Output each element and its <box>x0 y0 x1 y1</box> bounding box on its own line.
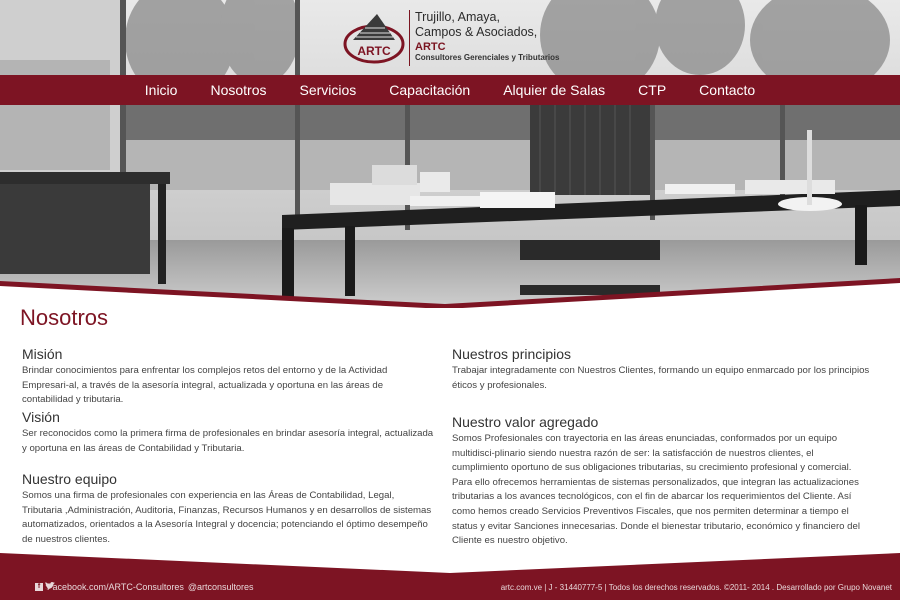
footer: f Facebook.com/ARTC-Consultores @artcons… <box>0 553 900 600</box>
facebook-link[interactable]: Facebook.com/ARTC-Consultores <box>47 582 184 592</box>
brand-logo[interactable]: ARTC Trujillo, Amaya, Campos & Asociados… <box>343 8 563 70</box>
section-valor-agregado: Nuestro valor agregado Somos Profesional… <box>452 414 872 549</box>
nav-item-inicio[interactable]: Inicio <box>128 75 194 105</box>
valor-heading: Nuestro valor agregado <box>452 414 599 430</box>
nav-item-servicios[interactable]: Servicios <box>283 75 373 105</box>
logo-divider <box>409 10 410 66</box>
brand-name-line1: Trujillo, Amaya, <box>415 10 500 24</box>
logo-text-block: Trujillo, Amaya, Campos & Asociados, ART… <box>415 10 560 63</box>
mision-heading: Misión <box>22 346 63 362</box>
principios-body: Trabajar integradamente con Nuestros Cli… <box>452 365 870 391</box>
logo-mark-icon: ARTC <box>343 14 405 64</box>
nav-item-nosotros[interactable]: Nosotros <box>194 75 283 105</box>
nav-item-contacto[interactable]: Contacto <box>683 75 772 105</box>
nav-item-alquiler-de-salas[interactable]: Alquier de Salas <box>487 75 622 105</box>
logo-mark-text: ARTC <box>357 44 391 58</box>
section-equipo: Nuestro equipo Somos una firma de profes… <box>22 471 434 547</box>
section-mision: Misión Brindar conocimientos para enfren… <box>22 346 434 408</box>
brand-name-line2: Campos & Asociados, <box>415 25 538 39</box>
valor-body: Somos Profesionales con trayectoria en l… <box>452 433 860 547</box>
twitter-icon[interactable] <box>45 582 55 590</box>
hero-banner: ARTC Trujillo, Amaya, Campos & Asociados… <box>0 0 900 308</box>
nav-item-capacitacion[interactable]: Capacitación <box>373 75 487 105</box>
equipo-heading: Nuestro equipo <box>22 471 117 487</box>
footer-legal-text: artc.com.ve | J - 31440777-5 | Todos los… <box>500 583 892 592</box>
equipo-body: Somos una firma de profesionales con exp… <box>22 490 432 545</box>
section-vision: Visión Ser reconocidos como la primera f… <box>22 409 434 456</box>
main-nav: Inicio Nosotros Servicios Capacitación A… <box>0 75 900 105</box>
footer-social: f Facebook.com/ARTC-Consultores @artcons… <box>35 582 254 592</box>
section-principios: Nuestros principios Trabajar integradame… <box>452 346 872 393</box>
principios-heading: Nuestros principios <box>452 346 572 362</box>
page-title: Nosotros <box>20 305 109 330</box>
brand-abbr: ARTC <box>415 41 446 53</box>
brand-tagline: Consultores Gerenciales y Tributarios <box>415 53 560 62</box>
vision-body: Ser reconocidos como la primera firma de… <box>22 428 434 454</box>
facebook-icon[interactable]: f <box>35 583 43 591</box>
footer-background <box>0 553 900 600</box>
nav-item-ctp[interactable]: CTP <box>622 75 683 105</box>
twitter-link[interactable]: @artconsultores <box>188 582 254 592</box>
mision-body: Brindar conocimientos para enfrentar los… <box>22 365 388 406</box>
vision-heading: Visión <box>22 409 60 425</box>
